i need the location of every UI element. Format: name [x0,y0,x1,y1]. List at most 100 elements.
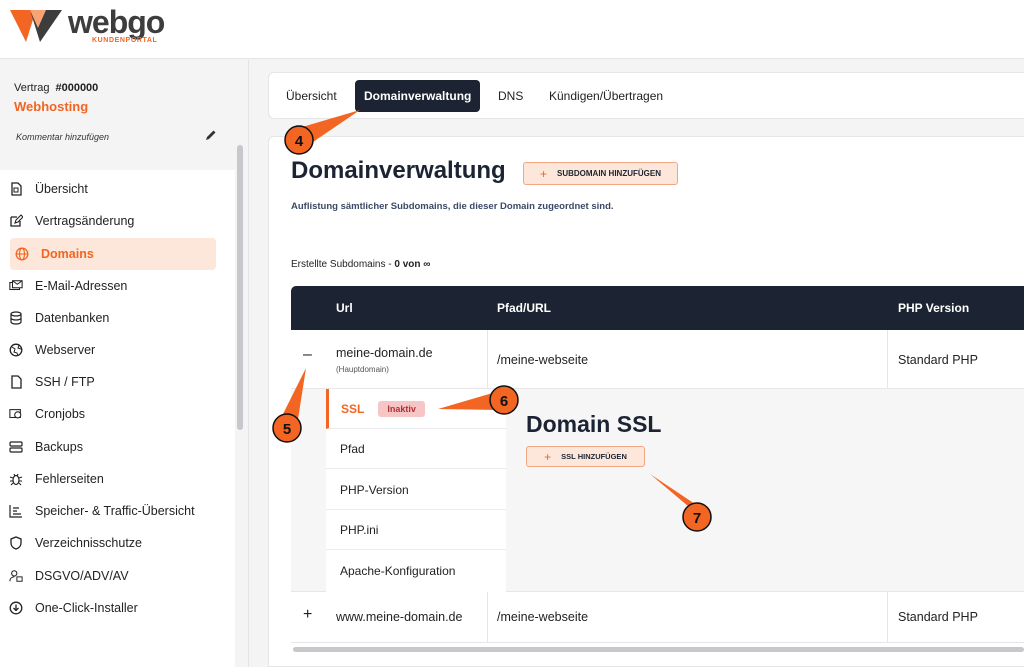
logo-mark-icon [10,10,62,42]
file-icon [9,375,23,389]
sidebar-item-label: E-Mail-Adressen [35,279,128,293]
expand-toggle[interactable]: + [303,606,312,624]
sidebar: Vertrag #000000 Webhosting Kommentar hinz… [0,60,235,667]
sidebar-item-cronjobs[interactable]: Cronjobs [0,398,230,430]
document-icon [9,182,23,196]
database-icon [9,311,23,325]
contract-label: Vertrag [14,82,50,94]
status-badge: Inaktiv [378,400,425,417]
logo-tagline: KUNDENPORTAL [92,37,158,44]
table-row: + www.meine-domain.de /meine-webseite St… [291,592,1024,643]
sidebar-item-label: Vertragsänderung [35,214,135,228]
sidebar-item-label: Domains [41,247,94,261]
sidebar-item-datenbanken[interactable]: Datenbanken [0,302,230,334]
sidebar-item-label: Verzeichnisschutze [35,536,143,550]
plus-icon: + [539,166,547,181]
subnav-item-php-ini[interactable]: PHP.ini [326,510,506,550]
row-url: www.meine-domain.de [336,610,463,624]
sidebar-item-label: Übersicht [35,182,88,196]
sidebar-item-dsgvo[interactable]: DSGVO/ADV/AV [0,560,230,592]
sidebar-item-label: Backups [35,440,83,454]
clock-stack-icon [9,407,23,421]
subnav-item-php-version[interactable]: PHP-Version [326,470,506,510]
edit-icon [9,214,23,228]
contract-number: #000000 [55,82,99,94]
subdomain-count-value: 0 von ∞ [394,259,431,270]
add-ssl-label: SSL HINZUFÜGEN [561,452,627,461]
tab-dns[interactable]: DNS [489,80,532,112]
sidebar-item-fehlerseiten[interactable]: Fehlerseiten [0,463,230,495]
webgo-logo[interactable]: webgo KUNDENPORTAL [10,4,165,48]
add-comment-link[interactable]: Kommentar hinzufügen [16,132,109,142]
collapse-toggle[interactable]: – [303,346,312,364]
tab-bar: Übersicht Domainverwaltung DNS Kündigen/… [268,72,1024,119]
row-php-version: Standard PHP [898,353,978,367]
row-path: /meine-webseite [497,610,589,624]
page-title: Domainverwaltung [291,157,506,184]
tab-kuendigen-uebertragen[interactable]: Kündigen/Übertragen [540,80,672,112]
sidebar-item-verzeichnisschutze[interactable]: Verzeichnisschutze [0,527,230,559]
row-url-note: (Hauptdomain) [336,365,389,374]
sidebar-item-label: Webserver [35,343,96,357]
sidebar-item-webserver[interactable]: Webserver [0,334,230,366]
sidebar-item-label: Datenbanken [35,311,110,325]
table-row: – meine-domain.de (Hauptdomain) /meine-w… [291,330,1024,389]
subnav-item-ssl[interactable]: SSL Inaktiv [326,389,506,429]
shield-icon [9,536,23,550]
sidebar-item-domains[interactable]: Domains [10,238,216,270]
globe-icon [15,247,29,261]
subnav-item-pfad[interactable]: Pfad [326,429,506,469]
sidebar-item-speicher-traffic[interactable]: Speicher- & Traffic-Übersicht [0,495,230,527]
sidebar-item-backups[interactable]: Backups [0,431,230,463]
plus-icon: + [544,449,552,464]
sidebar-item-label: One-Click-Installer [35,601,138,615]
table-scrollbar[interactable] [293,647,1024,652]
detail-title: Domain SSL [526,411,662,437]
add-subdomain-label: SUBDOMAIN HINZUFÜGEN [557,169,661,178]
sidebar-item-vertragsaenderung[interactable]: Vertragsänderung [0,205,230,237]
pencil-icon[interactable] [204,128,218,142]
tab-uebersicht[interactable]: Übersicht [277,80,346,112]
page-description: Auflistung sämtlicher Subdomains, die di… [291,201,614,212]
column-header-php: PHP Version [898,301,970,315]
contract-panel: Vertrag #000000 Webhosting Kommentar hinz… [0,60,235,170]
bar-chart-icon [9,504,23,518]
contract-type: Webhosting [14,99,89,114]
sidebar-item-one-click-installer[interactable]: One-Click-Installer [0,592,230,624]
logo-text: webgo [68,4,165,40]
sidebar-item-label: SSH / FTP [35,375,95,389]
subnav-item-apache-konfiguration[interactable]: Apache-Konfiguration [326,551,506,591]
column-header-url: Url [336,301,353,315]
sidebar-item-label: Cronjobs [35,407,86,421]
add-ssl-button[interactable]: + SSL HINZUFÜGEN [526,446,645,467]
detail-subnav: SSL Inaktiv Pfad PHP-Version PHP.ini Apa… [326,389,506,592]
sidebar-item-email[interactable]: E-Mail-Adressen [0,270,230,302]
table-header: Url Pfad/URL PHP Version [291,286,1024,330]
column-divider [487,592,488,643]
subdomain-table: Url Pfad/URL PHP Version – meine-domain.… [291,286,1024,649]
sidebar-divider [248,60,249,667]
column-divider [887,592,888,643]
add-subdomain-button[interactable]: + SUBDOMAIN HINZUFÜGEN [523,162,678,185]
domain-detail-panel: SSL Inaktiv Pfad PHP-Version PHP.ini Apa… [291,389,1024,592]
subnav-item-label: SSL [341,401,365,416]
column-divider [487,330,488,389]
sidebar-item-ssh-ftp[interactable]: SSH / FTP [0,366,230,398]
globe-network-icon [9,343,23,357]
sidebar-scrollbar[interactable] [237,145,243,430]
sidebar-item-label: Speicher- & Traffic-Übersicht [35,504,195,518]
row-url: meine-domain.de [336,346,433,360]
row-php-version: Standard PHP [898,610,978,624]
user-lock-icon [9,569,23,583]
download-circle-icon [9,601,23,615]
subdomain-count-prefix: Erstellte Subdomains - [291,259,395,270]
top-bar: webgo KUNDENPORTAL [0,0,1024,59]
sidebar-item-label: DSGVO/ADV/AV [35,569,129,583]
tab-domainverwaltung[interactable]: Domainverwaltung [355,80,481,112]
column-header-path: Pfad/URL [497,301,551,315]
column-divider [887,330,888,389]
bug-icon [9,472,23,486]
sidebar-item-label: Fehlerseiten [35,472,104,486]
sidebar-item-uebersicht[interactable]: Übersicht [0,173,230,205]
mail-icon [9,279,23,293]
